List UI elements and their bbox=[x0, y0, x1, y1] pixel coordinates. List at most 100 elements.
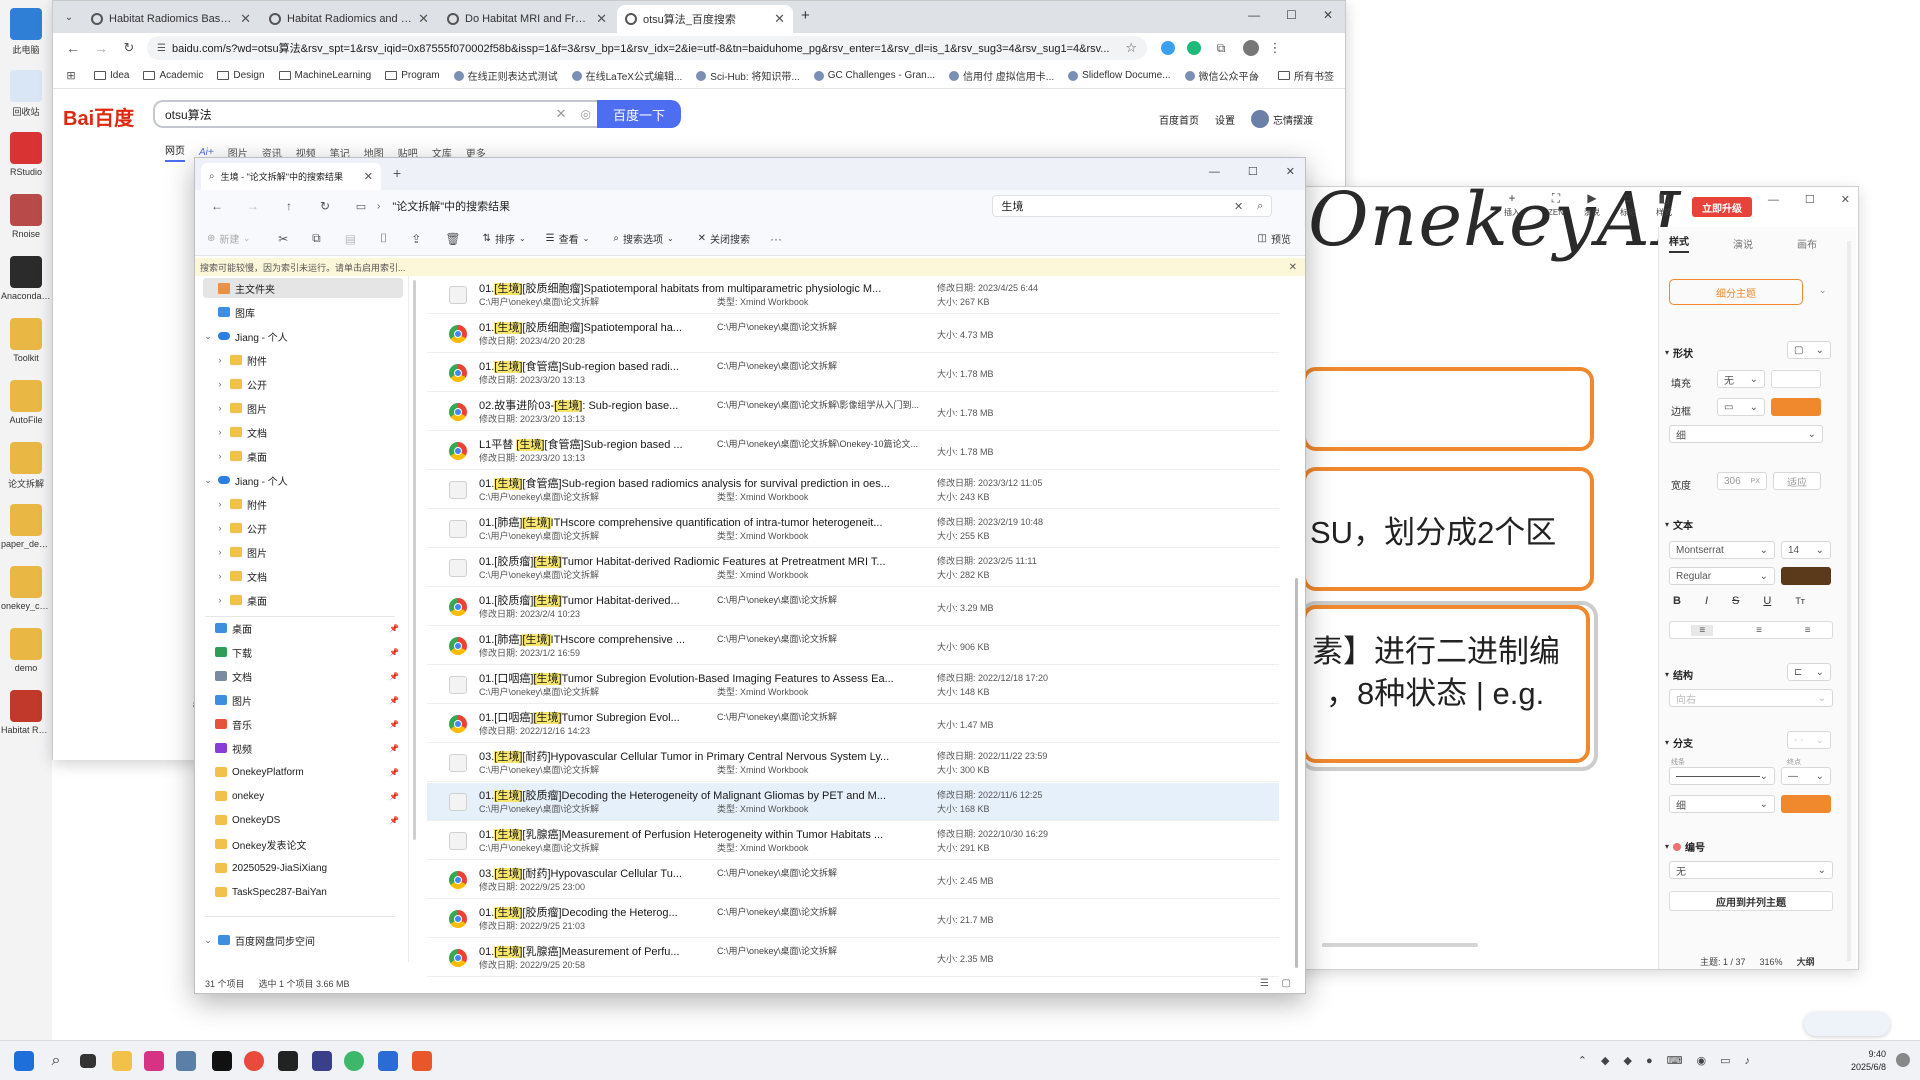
file-row[interactable]: 03.[生境][耐药]Hypovascular Cellular Tu... 修改… bbox=[427, 861, 1279, 899]
presentation-app-taskbar-icon[interactable] bbox=[412, 1051, 432, 1071]
minimize-icon[interactable]: — bbox=[1209, 166, 1220, 178]
search-icon[interactable]: ⌕ bbox=[46, 1051, 66, 1071]
expand-chevron-icon[interactable]: ⌄ bbox=[203, 935, 213, 946]
forward-icon[interactable]: → bbox=[245, 199, 261, 213]
desktop-icon[interactable]: Anaconda Powershell bbox=[1, 256, 51, 301]
app-icon-4[interactable] bbox=[378, 1051, 398, 1071]
volume-icon[interactable]: ♪ bbox=[1745, 1055, 1751, 1067]
branch-type-select[interactable]: - - ⌄ bbox=[1787, 731, 1831, 749]
strike-button[interactable]: S bbox=[1732, 595, 1739, 607]
ppt-toolbar-item[interactable]: ▶ 演说 bbox=[1577, 191, 1607, 218]
desktop-icon[interactable]: RStudio bbox=[2, 132, 50, 177]
baidu-search-input[interactable]: otsu算法 bbox=[165, 106, 556, 123]
close-icon[interactable]: ✕ bbox=[1841, 193, 1850, 206]
subdivide-theme-button[interactable]: 细分主题 bbox=[1669, 279, 1803, 305]
more-options-icon[interactable]: ··· bbox=[770, 232, 782, 246]
underline-button[interactable]: U bbox=[1763, 595, 1771, 607]
close-icon[interactable]: ✕ bbox=[1286, 165, 1295, 178]
baidu-search-button[interactable]: 百度一下 bbox=[597, 100, 681, 128]
pinned-item[interactable]: 桌面 📌 bbox=[215, 618, 405, 638]
clear-search-icon[interactable]: ✕ bbox=[1234, 200, 1243, 213]
file-row[interactable]: 01.[肺癌][生境]ITHscore comprehensive ... 修改日… bbox=[427, 627, 1279, 665]
search-icon[interactable]: ⌕ bbox=[1257, 200, 1263, 213]
file-row[interactable]: 01.[生境][食管癌]Sub-region based radiomics a… bbox=[427, 471, 1279, 509]
extensions-puzzle-icon[interactable]: ⧉ bbox=[1213, 41, 1229, 56]
bookmark-item[interactable]: Design bbox=[210, 70, 271, 81]
fill-color-swatch[interactable] bbox=[1771, 370, 1821, 388]
nav-item[interactable]: 主文件夹 bbox=[203, 278, 403, 298]
close-tab-icon[interactable]: ✕ bbox=[596, 11, 607, 27]
copy-icon[interactable]: ⧉ bbox=[312, 231, 321, 246]
nav-item[interactable]: › 附件 bbox=[215, 350, 403, 370]
close-info-icon[interactable]: ✕ bbox=[1289, 262, 1297, 273]
expand-chevron-icon[interactable]: ⌄ bbox=[203, 475, 213, 486]
task-view-icon[interactable] bbox=[80, 1054, 96, 1068]
ppt-toolbar-item[interactable]: ☺ 标记 bbox=[1613, 191, 1643, 218]
app-icon-2[interactable] bbox=[212, 1051, 232, 1071]
nav-item[interactable]: › 文档 bbox=[215, 422, 403, 442]
nav-scrollbar[interactable] bbox=[413, 280, 416, 840]
props-tab-canvas[interactable]: 画布 bbox=[1797, 236, 1817, 251]
numbering-select[interactable]: 无 ⌄ bbox=[1669, 861, 1833, 879]
pinned-item[interactable]: OnekeyPlatform 📌 bbox=[215, 762, 405, 782]
bookmark-item[interactable]: Slideflow Docume... bbox=[1061, 70, 1177, 81]
desktop-icon[interactable]: Habitat Radiomics... bbox=[1, 690, 51, 735]
nav-item[interactable]: › 图片 bbox=[215, 398, 403, 418]
branch-weight-select[interactable]: 细 ⌄ bbox=[1669, 795, 1775, 813]
app-icon-1[interactable] bbox=[176, 1051, 196, 1071]
tab-search-icon[interactable]: ⌄ bbox=[61, 10, 77, 24]
file-explorer-taskbar-icon[interactable] bbox=[112, 1051, 132, 1071]
bookmark-item[interactable]: 信用付 虚拟信用卡... bbox=[942, 68, 1061, 83]
collapse-icon[interactable]: ▾ bbox=[1665, 520, 1669, 529]
nav-item[interactable]: › 公开 bbox=[215, 518, 403, 538]
expand-chevron-icon[interactable]: › bbox=[215, 595, 225, 605]
desktop-icon[interactable]: AutoFile bbox=[2, 380, 50, 425]
props-tab-style[interactable]: 样式 bbox=[1669, 233, 1689, 253]
pinned-item[interactable]: 文档 📌 bbox=[215, 666, 405, 686]
share-icon[interactable]: ⇪ bbox=[411, 232, 421, 246]
file-row[interactable]: 01.[胶质瘤][生境]Tumor Habitat-derived Radiom… bbox=[427, 549, 1279, 587]
slide-node-1[interactable] bbox=[1302, 367, 1594, 451]
pinned-item[interactable]: 图片 📌 bbox=[215, 690, 405, 710]
clear-icon[interactable]: ✕ bbox=[556, 106, 567, 122]
desktop-icon[interactable]: demo bbox=[2, 628, 50, 673]
file-row[interactable]: L1平替 [生境][食管癌]Sub-region based ... 修改日期: … bbox=[427, 432, 1279, 470]
nav-item[interactable]: ⌄ Jiang - 个人 bbox=[203, 326, 403, 346]
file-row[interactable]: 03.[生境][耐药]Hypovascular Cellular Tumor i… bbox=[427, 744, 1279, 782]
file-row[interactable]: 01.[口咽癌][生境]Tumor Subregion Evolution-Ba… bbox=[427, 666, 1279, 704]
tiles-view-icon[interactable]: ▢ bbox=[1282, 978, 1291, 989]
pinned-item[interactable]: TaskSpec287-BaiYan bbox=[215, 882, 405, 902]
chrome-tab[interactable]: Habitat Radiomics and Deep ✕ bbox=[261, 5, 437, 33]
nav-item[interactable]: › 桌面 bbox=[215, 446, 403, 466]
align-right-icon[interactable]: ≡ bbox=[1805, 625, 1811, 636]
file-row[interactable]: 01.[肺癌][生境]ITHscore comprehensive quanti… bbox=[427, 510, 1279, 548]
close-search-button[interactable]: ✕ 关闭搜索 bbox=[698, 231, 750, 246]
close-tab-icon[interactable]: ✕ bbox=[774, 11, 785, 27]
branch-line-select[interactable]: ⌄ bbox=[1669, 767, 1775, 785]
bold-button[interactable]: B bbox=[1673, 595, 1681, 607]
expand-chevron-icon[interactable]: › bbox=[215, 427, 225, 437]
font-family-select[interactable]: Montserrat ⌄ bbox=[1669, 541, 1775, 559]
text-transform-button[interactable]: Tт bbox=[1795, 596, 1805, 606]
file-row[interactable]: 01.[生境][乳腺癌]Measurement of Perfu... 修改日期:… bbox=[427, 939, 1279, 977]
all-bookmarks[interactable]: 所有书签 bbox=[1271, 68, 1341, 83]
expand-chevron-icon[interactable]: › bbox=[215, 403, 225, 413]
border-color-swatch[interactable] bbox=[1771, 398, 1821, 416]
desktop-icon[interactable]: 回收站 bbox=[2, 70, 50, 118]
collapse-icon[interactable]: ▾ bbox=[1665, 738, 1669, 747]
pinned-item[interactable]: 下载 📌 bbox=[215, 642, 405, 662]
align-left-icon[interactable]: ≡ bbox=[1691, 624, 1714, 636]
branch-end-select[interactable]: — ⌄ bbox=[1781, 767, 1831, 785]
structure-direction-select[interactable]: 向右 ⌄ bbox=[1669, 689, 1833, 707]
paste-icon[interactable]: ▤ bbox=[345, 232, 356, 246]
baidu-home-link[interactable]: 百度首页 bbox=[1159, 112, 1199, 127]
bookmark-item[interactable]: GC Challenges - Gran... bbox=[807, 70, 942, 81]
file-row[interactable]: 01.[生境][胶质细胞瘤]Spatiotemporal habitats fr… bbox=[427, 276, 1279, 314]
italic-button[interactable]: I bbox=[1705, 595, 1708, 607]
ppt-toolbar-item[interactable]: ◧ 样式 bbox=[1649, 191, 1679, 218]
profile-avatar[interactable] bbox=[1243, 40, 1259, 56]
tray-app-icon[interactable]: ◆ bbox=[1601, 1054, 1609, 1067]
maximize-icon[interactable]: ☐ bbox=[1805, 193, 1815, 206]
align-center-icon[interactable]: ≡ bbox=[1756, 625, 1762, 636]
explorer-search-input[interactable]: 生境 bbox=[1001, 198, 1234, 214]
